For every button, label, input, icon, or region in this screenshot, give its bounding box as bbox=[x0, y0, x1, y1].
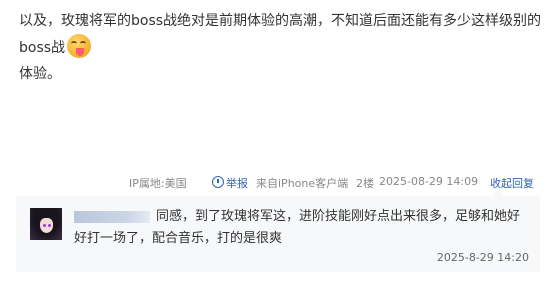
collapse-replies-link[interactable]: 收起回复 bbox=[490, 175, 534, 191]
post-meta-bar: IP属地:美国 举报 来自iPhone客户端 2楼 2025-08-29 14:… bbox=[0, 172, 550, 192]
report-label: 举报 bbox=[226, 177, 248, 190]
post-text-line-2: 体验。 bbox=[19, 66, 61, 82]
reply-text: 同感，到了玫瑰将军这，进阶技能刚好点出来很多，足够和她好好打一场了，配合音乐，打… bbox=[74, 209, 521, 246]
post-text-line-1: 以及，玫瑰将军的boss战绝对是前期体验的高潮，不知道后面还能有多少这样级别的b… bbox=[19, 13, 542, 56]
avatar[interactable] bbox=[30, 208, 62, 240]
tongue-out-emoji-icon bbox=[67, 34, 92, 58]
reply-section: 同感，到了玫瑰将军这，进阶技能刚好点出来很多，足够和她好好打一场了，配合音乐，打… bbox=[16, 190, 540, 272]
ip-location: IP属地:美国 bbox=[129, 177, 187, 190]
client-source: 来自iPhone客户端 bbox=[256, 177, 349, 190]
post-timestamp: 2025-08-29 14:09 bbox=[379, 175, 479, 188]
report-icon bbox=[212, 176, 224, 188]
reply-timestamp: 2025-8-29 14:20 bbox=[436, 251, 529, 264]
floor-number: 2楼 bbox=[356, 177, 374, 190]
post-content: 以及，玫瑰将军的boss战绝对是前期体验的高潮，不知道后面还能有多少这样级别的b… bbox=[19, 8, 544, 87]
report-link[interactable]: 举报 bbox=[212, 175, 248, 191]
